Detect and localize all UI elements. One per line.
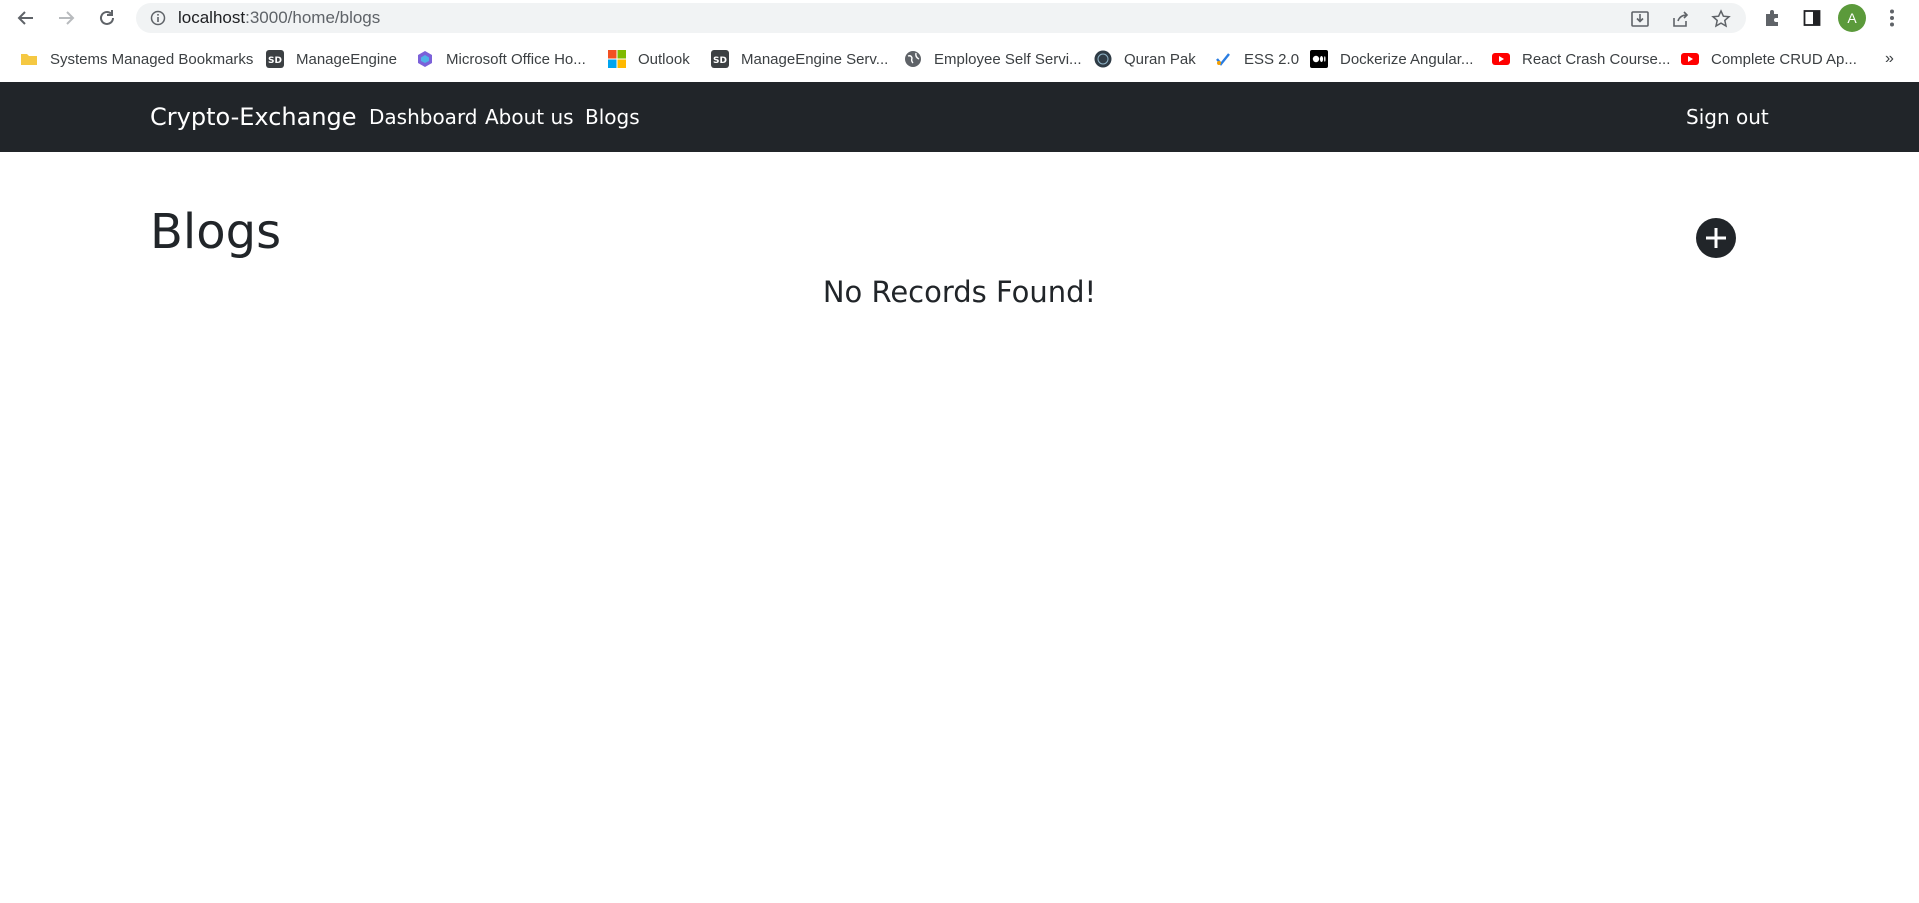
side-panel-icon[interactable] (1800, 6, 1824, 30)
page-title: Blogs (150, 204, 282, 260)
youtube-icon (1681, 50, 1699, 68)
nav-link-blogs[interactable]: Blogs (585, 82, 640, 152)
extensions-icon[interactable] (1760, 6, 1784, 30)
menu-kebab-icon[interactable] (1880, 6, 1904, 30)
quran-icon (1094, 50, 1112, 68)
sign-out-link[interactable]: Sign out (1686, 82, 1769, 152)
nav-link-dashboard[interactable]: Dashboard (369, 82, 478, 152)
share-icon[interactable] (1671, 9, 1691, 29)
bookmark-outlook[interactable]: Outlook (608, 47, 690, 71)
profile-avatar[interactable]: A (1838, 4, 1866, 32)
bookmark-label: ManageEngine (296, 50, 397, 68)
youtube-icon (1492, 50, 1510, 68)
url-path: :3000/home/blogs (245, 8, 381, 27)
bookmarks-overflow-button[interactable]: » (1885, 47, 1894, 71)
office-icon (416, 50, 434, 68)
back-icon[interactable] (14, 6, 38, 30)
brand-link[interactable]: Crypto-Exchange (150, 82, 357, 152)
folder-icon (20, 50, 38, 68)
url-host: localhost (178, 8, 246, 27)
bookmark-systems-managed[interactable]: Systems Managed Bookmarks (20, 47, 253, 71)
bookmark-label: Outlook (638, 50, 690, 68)
svg-text:SD: SD (713, 56, 727, 66)
bookmarks-bar: Systems Managed Bookmarks SD ManageEngin… (0, 36, 1919, 82)
bookmark-label: Complete CRUD Ap... (1711, 50, 1857, 68)
address-bar[interactable]: localhost:3000/home/blogs (136, 3, 1746, 33)
bookmark-manageengine-serv[interactable]: SD ManageEngine Serv... (711, 47, 888, 71)
url-text[interactable]: localhost:3000/home/blogs (178, 3, 380, 33)
install-app-icon[interactable] (1630, 9, 1650, 29)
bookmark-label: Systems Managed Bookmarks (50, 50, 254, 68)
bookmark-complete-crud[interactable]: Complete CRUD Ap... (1681, 47, 1857, 71)
bookmark-quran-pak[interactable]: Quran Pak (1094, 47, 1196, 71)
plus-icon (1706, 228, 1726, 248)
bookmark-label: Employee Self Servi... (934, 50, 1082, 68)
sd-icon: SD (711, 50, 729, 68)
bookmark-ess[interactable]: ESS 2.0 (1214, 47, 1299, 71)
bookmark-label: ESS 2.0 (1244, 50, 1300, 68)
browser-toolbar: localhost:3000/home/blogs A (0, 0, 1919, 36)
reload-icon[interactable] (95, 6, 119, 30)
bookmark-label: Microsoft Office Ho... (446, 50, 586, 68)
forward-icon[interactable] (54, 6, 78, 30)
bookmark-label: Dockerize Angular... (1340, 50, 1474, 68)
bookmark-label: Quran Pak (1124, 50, 1196, 68)
bookmark-label: ManageEngine Serv... (741, 50, 889, 68)
ess-icon (1214, 50, 1232, 68)
svg-text:SD: SD (268, 56, 282, 66)
microsoft-icon (608, 50, 626, 68)
bookmark-label: React Crash Course... (1522, 50, 1671, 68)
bookmark-microsoft-office[interactable]: Microsoft Office Ho... (416, 47, 586, 71)
nav-link-about-us[interactable]: About us (485, 82, 574, 152)
site-info-icon[interactable] (150, 10, 166, 26)
bookmark-employee-self-service[interactable]: Employee Self Servi... (904, 47, 1082, 71)
sd-icon: SD (266, 50, 284, 68)
bookmark-manageengine[interactable]: SD ManageEngine (266, 47, 397, 71)
bookmark-star-icon[interactable] (1711, 9, 1731, 29)
add-blog-button[interactable] (1696, 218, 1736, 258)
medium-icon (1310, 50, 1328, 68)
bookmark-dockerize-angular[interactable]: Dockerize Angular... (1310, 47, 1473, 71)
globe-icon (904, 50, 922, 68)
app-navbar: Crypto-Exchange Dashboard About us Blogs… (0, 82, 1919, 152)
empty-state-message: No Records Found! (822, 275, 1097, 309)
bookmark-react-crash-course[interactable]: React Crash Course... (1492, 47, 1670, 71)
